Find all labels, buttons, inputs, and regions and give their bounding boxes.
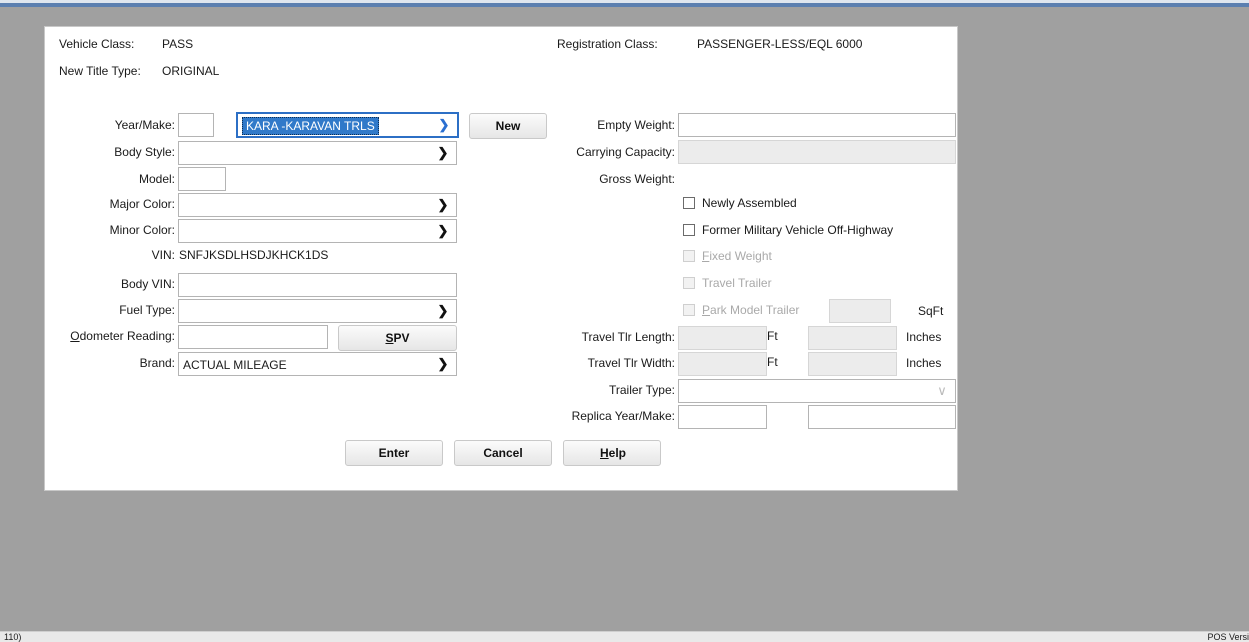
vin-label: VIN: xyxy=(151,248,175,262)
spv-accesskey: S xyxy=(385,331,394,345)
park-model-trailer-checkbox[interactable]: Park Model Trailer xyxy=(683,303,799,317)
chevron-down-icon[interactable]: ❯ xyxy=(430,142,456,164)
chevron-down-icon[interactable]: ❯ xyxy=(430,220,456,242)
chevron-down-icon[interactable]: ❯ xyxy=(430,300,456,322)
make-select[interactable]: KARA -KARAVAN TRLS ❯ xyxy=(236,112,459,138)
spv-button[interactable]: S PV xyxy=(338,325,457,351)
model-label: Model: xyxy=(138,172,175,186)
title-type-label: New Title Type: xyxy=(59,64,141,78)
travel-length-ft-input[interactable] xyxy=(678,326,767,350)
park-model-label: ark Model Trailer xyxy=(710,303,800,317)
travel-trailer-checkbox[interactable]: Travel Trailer xyxy=(683,276,772,290)
travel-trailer-label: Travel Trailer xyxy=(702,276,772,290)
help-button[interactable]: Help xyxy=(563,440,661,466)
odometer-label: Odometer Reading: xyxy=(70,329,175,343)
odometer-input[interactable] xyxy=(178,325,328,349)
former-military-label: Former Military Vehicle Off-Highway xyxy=(702,223,894,237)
gross-weight-label: Gross Weight: xyxy=(599,172,675,186)
checkbox-box[interactable] xyxy=(683,197,695,209)
model-input[interactable] xyxy=(178,167,226,191)
chevron-down-icon[interactable]: ❯ xyxy=(431,114,457,136)
trailer-type-select[interactable]: ∨ xyxy=(678,379,956,403)
registration-class-label: Registration Class: xyxy=(557,37,658,51)
brand-label: Brand: xyxy=(139,356,175,370)
travel-width-inches-label: Inches xyxy=(906,356,942,370)
newly-assembled-label: Newly Assembled xyxy=(702,196,797,210)
fuel-type-label: Fuel Type: xyxy=(119,303,175,317)
vin-value: SNFJKSDLHSDJKHCK1DS xyxy=(179,248,329,262)
status-bar: 110) POS Versi xyxy=(0,631,1249,642)
newly-assembled-checkbox[interactable]: Newly Assembled xyxy=(683,196,797,210)
odometer-label-text: dometer Reading: xyxy=(79,329,175,343)
body-vin-label: Body VIN: xyxy=(120,277,175,291)
fixed-weight-accesskey: F xyxy=(702,249,710,263)
cancel-button[interactable]: Cancel xyxy=(454,440,552,466)
park-model-sqft-input[interactable] xyxy=(829,299,891,323)
body-style-select[interactable]: ❯ xyxy=(178,141,457,165)
registration-class-value: PASSENGER-LESS/EQL 6000 xyxy=(697,37,863,51)
chevron-down-icon[interactable]: ∨ xyxy=(929,380,955,402)
minor-color-select[interactable]: ❯ xyxy=(178,219,457,243)
chevron-down-icon[interactable]: ❯ xyxy=(430,194,456,216)
checkbox-box[interactable] xyxy=(683,304,695,316)
vehicle-info-panel: Vehicle Class: PASS Registration Class: … xyxy=(44,26,958,491)
travel-width-ft-label: Ft xyxy=(767,355,778,369)
fixed-weight-checkbox[interactable]: Fixed Weight xyxy=(683,249,772,263)
brand-value: ACTUAL MILEAGE xyxy=(183,358,287,372)
empty-weight-input[interactable] xyxy=(678,113,956,137)
major-color-select[interactable]: ❯ xyxy=(178,193,457,217)
travel-length-inches-label: Inches xyxy=(906,330,942,344)
body-style-label: Body Style: xyxy=(114,145,175,159)
carrying-capacity-input[interactable] xyxy=(678,140,956,164)
vehicle-class-label: Vehicle Class: xyxy=(59,37,135,51)
make-selected-value: KARA -KARAVAN TRLS xyxy=(242,117,379,135)
replica-make-input[interactable] xyxy=(808,405,956,429)
window-top-strip xyxy=(0,0,1249,7)
checkbox-box[interactable] xyxy=(683,277,695,289)
help-text: elp xyxy=(608,446,627,460)
replica-year-input[interactable] xyxy=(678,405,767,429)
chevron-down-icon[interactable]: ❯ xyxy=(430,353,456,375)
spv-text: PV xyxy=(393,331,410,345)
year-make-label: Year/Make: xyxy=(114,118,175,132)
new-make-button[interactable]: New xyxy=(469,113,547,139)
year-input[interactable] xyxy=(178,113,214,137)
travel-length-label: Travel Tlr Length: xyxy=(581,330,675,344)
vehicle-class-value: PASS xyxy=(162,37,194,51)
carrying-capacity-label: Carrying Capacity: xyxy=(576,145,675,159)
former-military-checkbox[interactable]: Former Military Vehicle Off-Highway xyxy=(683,223,893,237)
enter-button[interactable]: Enter xyxy=(345,440,443,466)
help-accesskey: H xyxy=(600,446,609,460)
body-vin-input[interactable] xyxy=(178,273,457,297)
travel-length-ft-label: Ft xyxy=(767,329,778,343)
trailer-type-label: Trailer Type: xyxy=(608,383,675,397)
travel-length-inches-input[interactable] xyxy=(808,326,897,350)
sqft-label: SqFt xyxy=(918,304,944,318)
brand-select[interactable]: ACTUAL MILEAGE ❯ xyxy=(178,352,457,376)
fixed-weight-label: ixed Weight xyxy=(709,249,772,263)
odometer-label-accesskey: O xyxy=(70,329,80,343)
empty-weight-label: Empty Weight: xyxy=(597,118,675,132)
replica-year-make-label: Replica Year/Make: xyxy=(571,409,675,423)
minor-color-label: Minor Color: xyxy=(109,223,175,237)
travel-width-label: Travel Tlr Width: xyxy=(587,356,675,370)
fuel-type-select[interactable]: ❯ xyxy=(178,299,457,323)
travel-width-ft-input[interactable] xyxy=(678,352,767,376)
title-type-value: ORIGINAL xyxy=(162,64,220,78)
checkbox-box[interactable] xyxy=(683,250,695,262)
major-color-label: Major Color: xyxy=(109,197,175,211)
park-model-accesskey: P xyxy=(702,303,711,317)
checkbox-box[interactable] xyxy=(683,224,695,236)
travel-width-inches-input[interactable] xyxy=(808,352,897,376)
window-top-band xyxy=(0,0,1249,3)
